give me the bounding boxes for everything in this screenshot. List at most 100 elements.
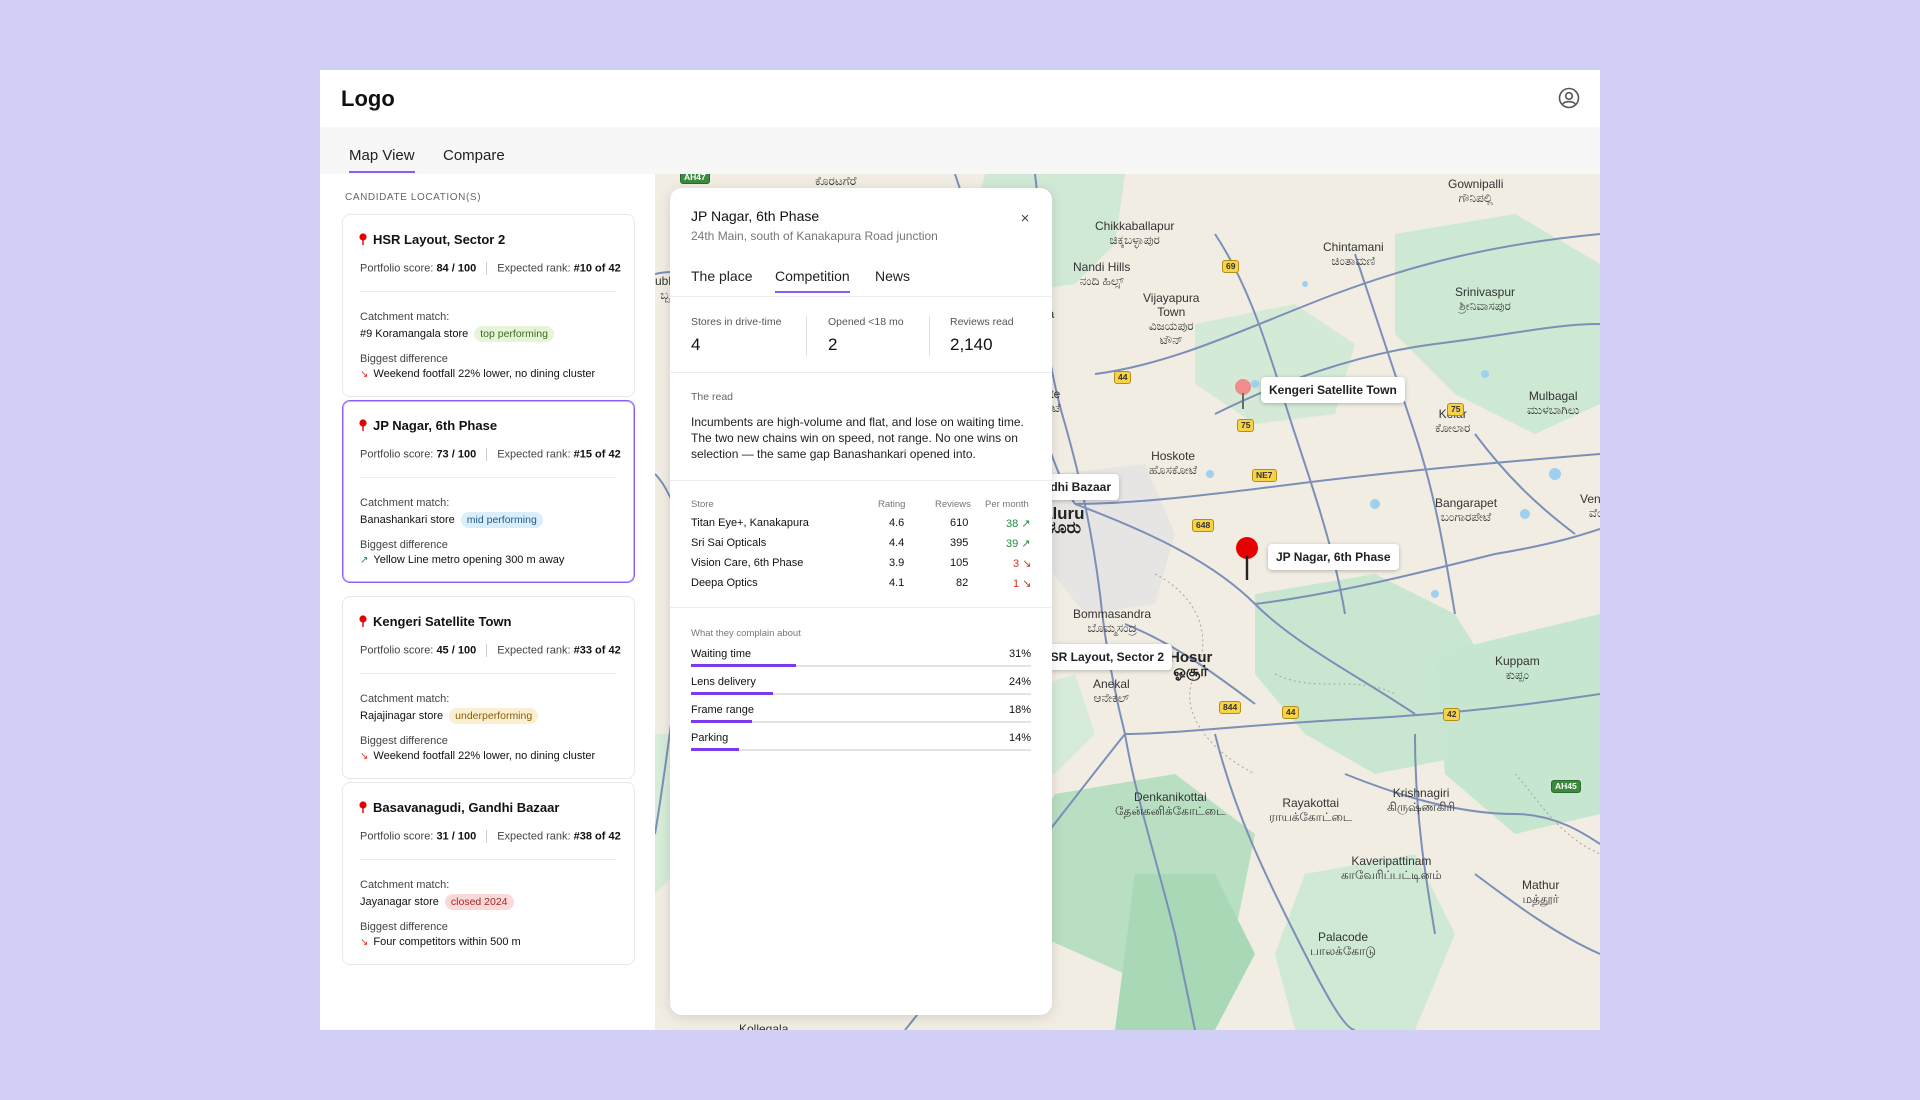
divider <box>670 480 1052 481</box>
highway-shield: 44 <box>1114 371 1132 384</box>
place-label: Srinivaspur ಶ್ರೀನಿವಾಸಪುರ <box>1455 285 1516 313</box>
divider <box>360 859 617 860</box>
place-label: Krishnagiri கிருஷ்ணகிரி <box>1387 786 1456 814</box>
pin-icon <box>359 615 367 627</box>
status-badge: mid performing <box>460 512 543 528</box>
place-label: Vijayapura Town ವಿಜಯಪುರ ಟೌನ್ <box>1143 291 1200 347</box>
catchment-label: Catchment match: <box>360 311 450 323</box>
divider <box>670 607 1052 608</box>
card-title: JP Nagar, 6th Phase <box>373 418 498 433</box>
catchment-label: Catchment match: <box>360 693 450 705</box>
difference-label: Biggest difference <box>360 921 448 933</box>
card-scores: Portfolio score: 31 / 100 Expected rank: … <box>360 830 621 843</box>
card-scores: Portfolio score: 84 / 100 Expected rank: … <box>360 262 621 275</box>
divider <box>670 372 1052 373</box>
read-label: The read <box>691 391 734 403</box>
place-label: Kollegala <box>739 1022 789 1030</box>
tab-news[interactable]: News <box>875 268 910 284</box>
candidate-card-basavanagudi[interactable]: Basavanagudi, Gandhi Bazaar Portfolio sc… <box>342 782 635 965</box>
stat-reviews-read: Reviews read 2,140 <box>950 316 1014 354</box>
place-label: Bangarapet ಬಂಗಾರಪೇಟೆ <box>1435 496 1498 524</box>
place-label: Anekal ಆನೇಕಲ್ <box>1093 677 1130 705</box>
divider <box>806 316 807 356</box>
complaint-bar-frame-range: Frame range 18% <box>691 704 1031 724</box>
status-badge: closed 2024 <box>444 894 514 910</box>
map-marker-label-hsr-layout[interactable]: HSR Layout, Sector 2 <box>1034 644 1173 670</box>
stat-stores-in-drive-time: Stores in drive-time 4 <box>691 316 782 354</box>
place-label: Mathur மத்தூர் <box>1522 878 1560 906</box>
panel-subtitle: 24th Main, south of Kanakapura Road junc… <box>691 229 938 243</box>
tab-the-place[interactable]: The place <box>691 268 752 284</box>
difference-label: Biggest difference <box>360 353 448 365</box>
trend-down-icon: ↘ <box>1022 578 1032 590</box>
card-title: Basavanagudi, Gandhi Bazaar <box>373 800 560 815</box>
difference-row: ↗ Yellow Line metro opening 300 m away <box>360 554 565 566</box>
place-label: Nandi Hills ನಂದಿ ಹಿಲ್ಸ್ <box>1073 260 1131 288</box>
catchment-row: Jayanagar store closed 2024 <box>360 894 514 910</box>
read-text: Incumbents are high-volume and flat, and… <box>691 415 1024 461</box>
place-label: Chintamani ಚಿಂತಾಮಣಿ <box>1323 240 1384 268</box>
place-label: Mulbagal ಮುಳಬಾಗಿಲು <box>1527 389 1580 417</box>
app-window: Logo Map View Compare CANDIDATE LOCATION… <box>320 70 1600 1030</box>
candidate-card-jp-nagar[interactable]: JP Nagar, 6th Phase Portfolio score: 73 … <box>342 400 635 583</box>
candidate-sidebar: CANDIDATE LOCATION(S) HSR Layout, Sector… <box>320 174 655 1030</box>
pin-icon <box>359 233 367 245</box>
section-label: CANDIDATE LOCATION(S) <box>345 192 482 203</box>
status-badge: underperforming <box>449 708 539 724</box>
close-icon[interactable]: × <box>1016 210 1034 228</box>
complaint-bar-parking: Parking 14% <box>691 732 1031 752</box>
table-header-rating: Rating <box>878 499 906 510</box>
card-title: Kengeri Satellite Town <box>373 614 512 629</box>
catchment-row: Rajajinagar store underperforming <box>360 708 539 724</box>
place-label: ಕೊರಟಗೆರೆ <box>815 174 857 188</box>
tab-competition[interactable]: Competition <box>775 268 850 293</box>
pin-icon <box>359 801 367 813</box>
table-header-per-month: Per month <box>985 499 1029 510</box>
card-scores: Portfolio score: 45 / 100 Expected rank: … <box>360 644 621 657</box>
highway-shield: 648 <box>1192 519 1215 532</box>
place-label: Hosur ஓசூர் <box>1169 649 1213 680</box>
difference-row: ↘ Weekend footfall 22% lower, no dining c… <box>360 368 596 380</box>
table-header-reviews: Reviews <box>935 499 971 510</box>
arrow-down-right-icon: ↘ <box>360 937 369 948</box>
difference-row: ↘ Weekend footfall 22% lower, no dining c… <box>360 750 596 762</box>
candidate-card-kengeri[interactable]: Kengeri Satellite Town Portfolio score: … <box>342 596 635 779</box>
difference-label: Biggest difference <box>360 539 448 551</box>
divider <box>929 316 930 356</box>
complaint-bar-lens-delivery: Lens delivery 24% <box>691 676 1031 696</box>
catchment-label: Catchment match: <box>360 497 450 509</box>
difference-row: ↘ Four competitors within 500 m <box>360 936 521 948</box>
highway-shield: NE7 <box>1252 469 1277 482</box>
user-account-icon[interactable] <box>1558 87 1580 109</box>
location-pin-icon[interactable] <box>1231 377 1255 411</box>
header: Logo <box>320 70 1600 127</box>
tab-compare[interactable]: Compare <box>443 147 505 164</box>
complaint-bar-waiting-time: Waiting time 31% <box>691 648 1031 668</box>
candidate-card-hsr-layout[interactable]: HSR Layout, Sector 2 Portfolio score: 84… <box>342 214 635 397</box>
highway-shield: 69 <box>1222 260 1240 273</box>
divider <box>670 296 1052 297</box>
view-tabs: Map View Compare <box>320 127 1600 174</box>
arrow-down-right-icon: ↘ <box>360 369 369 380</box>
status-badge: top performing <box>474 326 554 342</box>
place-label: Palacode பாலக்கோடு <box>1310 930 1377 958</box>
catchment-row: Banashankari store mid performing <box>360 512 543 528</box>
table-header-store: Store <box>691 499 714 510</box>
location-pin-icon[interactable] <box>1232 536 1262 580</box>
highway-shield: 42 <box>1443 708 1461 721</box>
place-label: Gownipalli ಗೌನಿಪಲ್ಲಿ <box>1448 177 1504 205</box>
map-marker-label-jp-nagar[interactable]: JP Nagar, 6th Phase <box>1268 544 1399 570</box>
place-label: Hoskote ಹೊಸಕೋಟೆ <box>1149 449 1198 477</box>
map-marker-label-kengeri[interactable]: Kengeri Satellite Town <box>1261 377 1405 403</box>
divider <box>360 673 617 674</box>
highway-shield: 844 <box>1219 701 1242 714</box>
highway-shield: 75 <box>1447 403 1465 416</box>
place-label: Denkanikottai தேன்கனிக்கோட்டை <box>1115 790 1226 818</box>
logo[interactable]: Logo <box>341 86 395 112</box>
pin-icon <box>359 419 367 431</box>
divider <box>360 291 617 292</box>
place-label: Bommasandra ಬೊಮ್ಮಸಂದ್ರ <box>1073 607 1152 635</box>
tab-map-view[interactable]: Map View <box>349 147 415 173</box>
location-detail-panel: JP Nagar, 6th Phase 24th Main, south of … <box>670 188 1052 1015</box>
arrow-up-right-icon: ↗ <box>360 555 369 566</box>
